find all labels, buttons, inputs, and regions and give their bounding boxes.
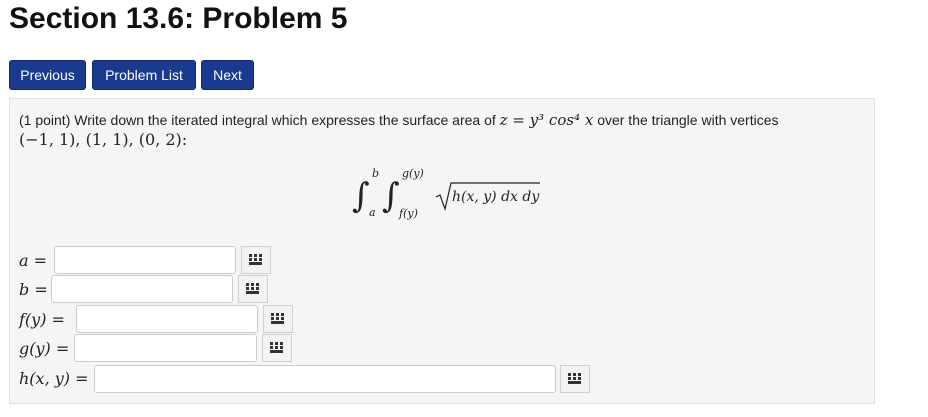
keyboard-grid-icon bbox=[271, 313, 284, 324]
problem-statement: (1 point) Write down the iterated integr… bbox=[19, 111, 779, 129]
outer-lower-limit: a bbox=[369, 206, 376, 219]
answer-input-b[interactable] bbox=[51, 275, 233, 303]
answer-label-h: h(x, y) = bbox=[19, 369, 89, 388]
previous-button[interactable]: Previous bbox=[9, 60, 86, 90]
problem-list-button[interactable]: Problem List bbox=[92, 60, 196, 90]
page-title: Section 13.6: Problem 5 bbox=[9, 2, 348, 35]
keyboard-grid-icon bbox=[270, 342, 283, 353]
answer-input-g[interactable] bbox=[74, 334, 257, 362]
problem-panel: (1 point) Write down the iterated integr… bbox=[9, 98, 875, 404]
next-button[interactable]: Next bbox=[201, 60, 254, 90]
answer-label-g: g(y) = bbox=[19, 339, 70, 358]
answer-label-b: b = bbox=[19, 280, 48, 299]
inner-integral-sign: ∫ bbox=[382, 176, 400, 216]
equation-editor-g[interactable] bbox=[262, 334, 292, 362]
equation-editor-a[interactable] bbox=[241, 246, 271, 274]
answer-input-f[interactable] bbox=[76, 305, 258, 333]
keyboard-grid-icon bbox=[246, 283, 259, 294]
equation-editor-f[interactable] bbox=[263, 305, 293, 333]
equation-editor-b[interactable] bbox=[238, 275, 268, 303]
outer-upper-limit: b bbox=[372, 167, 379, 180]
triangle-vertices: (−1, 1), (1, 1), (0, 2): bbox=[19, 130, 188, 149]
answer-input-a[interactable] bbox=[54, 246, 236, 274]
surface-function: z = y³ cos⁴ x bbox=[499, 111, 594, 129]
problem-intro: (1 point) Write down the iterated integr… bbox=[19, 112, 496, 128]
outer-integral-sign: ∫ bbox=[352, 176, 370, 216]
keyboard-grid-icon bbox=[249, 254, 262, 265]
integrand: h(x, y) dx dy bbox=[452, 189, 540, 205]
keyboard-grid-icon bbox=[568, 373, 581, 384]
answer-label-f: f(y) = bbox=[19, 310, 65, 329]
inner-lower-limit: f(y) bbox=[398, 207, 418, 220]
inner-upper-limit: g(y) bbox=[402, 167, 424, 180]
answer-input-h[interactable] bbox=[94, 365, 556, 393]
iterated-integral: ∫ b a ∫ g(y) f(y) h(x, y) dx dy bbox=[352, 167, 540, 220]
equation-editor-h[interactable] bbox=[560, 365, 590, 393]
answer-label-a: a = bbox=[19, 251, 48, 270]
problem-over-text: over the triangle with vertices bbox=[597, 112, 779, 128]
